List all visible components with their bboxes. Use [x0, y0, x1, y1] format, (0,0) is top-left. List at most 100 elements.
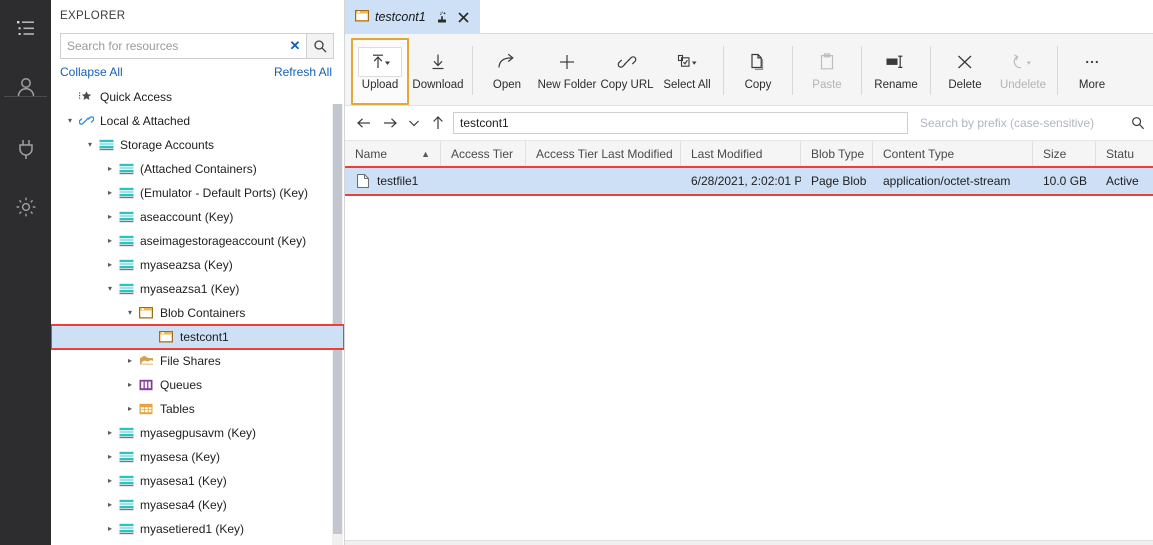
tree-item-quick-access[interactable]: Quick Access: [51, 85, 344, 109]
explorer-scrollbar-thumb[interactable]: [333, 104, 342, 534]
copy-button[interactable]: Copy: [729, 38, 787, 105]
tree-twisty-icon[interactable]: [83, 140, 97, 149]
close-icon[interactable]: [456, 9, 472, 25]
column-header-size[interactable]: Size: [1033, 141, 1096, 167]
tree-twisty-icon[interactable]: [103, 476, 117, 485]
tree-item-emulator-default-ports-key[interactable]: (Emulator - Default Ports) (Key): [51, 181, 344, 205]
tree-item-tables[interactable]: Tables: [51, 397, 344, 421]
arrow-right-icon[interactable]: [379, 111, 401, 135]
tree-item-aseimagestorageaccount-key[interactable]: aseimagestorageaccount (Key): [51, 229, 344, 253]
undelete-icon: [1011, 47, 1035, 77]
column-header-label: Access Tier Last Modified: [536, 147, 673, 161]
arrow-up-icon[interactable]: [427, 111, 449, 135]
tab-testcont1[interactable]: testcont1: [345, 0, 480, 34]
sort-asc-icon: ▲: [421, 149, 430, 159]
search-input[interactable]: [61, 34, 284, 59]
connect-icon[interactable]: [0, 120, 51, 178]
explorer-icon[interactable]: [0, 0, 51, 58]
copy-url-icon: [616, 47, 638, 77]
column-header-content-type[interactable]: Content Type: [873, 141, 1033, 167]
tree-item-myasegpusavm-key[interactable]: myasegpusavm (Key): [51, 421, 344, 445]
toolbar-button-label: Download: [412, 79, 464, 91]
tree-twisty-icon[interactable]: [103, 284, 117, 293]
tree-item-myasevmsa-key[interactable]: myasevmsa (Key): [51, 541, 344, 545]
upload-button[interactable]: Upload: [351, 38, 409, 105]
tree-item-myaseazsa-key[interactable]: myaseazsa (Key): [51, 253, 344, 277]
account-icon[interactable]: [0, 58, 51, 116]
delete-button[interactable]: Delete: [936, 38, 994, 105]
tree-item-blob-containers[interactable]: Blob Containers: [51, 301, 344, 325]
tree-twisty-icon[interactable]: [63, 116, 77, 125]
tree-twisty-icon[interactable]: [123, 308, 137, 317]
tree-twisty-icon[interactable]: [103, 428, 117, 437]
copy-url-button[interactable]: Copy URL: [598, 38, 656, 105]
tree-twisty-icon[interactable]: [103, 212, 117, 221]
tree-item-aseaccount-key[interactable]: aseaccount (Key): [51, 205, 344, 229]
arrow-left-icon[interactable]: [353, 111, 375, 135]
tree-item-label: myasesa (Key): [140, 449, 221, 464]
tree-twisty-icon[interactable]: [123, 404, 137, 413]
column-header-access-tier[interactable]: Access Tier: [441, 141, 526, 167]
tree-item-queues[interactable]: Queues: [51, 373, 344, 397]
tree-item-file-shares[interactable]: File Shares: [51, 349, 344, 373]
explorer-panel: EXPLORER ✕ Collapse All Refresh All Quic…: [51, 0, 345, 545]
quick-access-icon: [77, 90, 95, 103]
tree-item-label: Blob Containers: [160, 305, 246, 320]
open-button[interactable]: Open: [478, 38, 536, 105]
tree-item-local-attached[interactable]: Local & Attached: [51, 109, 344, 133]
tree-twisty-icon[interactable]: [123, 356, 137, 365]
column-header-statu[interactable]: Statu: [1096, 141, 1153, 167]
search-button[interactable]: [306, 33, 334, 60]
chevron-down-icon[interactable]: [405, 111, 423, 135]
explorer-search-row: ✕: [51, 32, 344, 61]
tree-item-label: myasetiered1 (Key): [140, 521, 245, 536]
upload-icon: [358, 47, 402, 77]
storage-account-icon: [117, 523, 135, 535]
more-button[interactable]: More: [1063, 38, 1121, 105]
tree-item-testcont1[interactable]: testcont1: [51, 323, 344, 350]
prefix-search-input[interactable]: [918, 112, 1128, 134]
tree-twisty-icon[interactable]: [103, 188, 117, 197]
path-input[interactable]: [453, 112, 908, 134]
tree-twisty-icon[interactable]: [103, 524, 117, 533]
column-header-blob-type[interactable]: Blob Type: [801, 141, 873, 167]
select-all-button[interactable]: Select All: [656, 38, 718, 105]
tree-twisty-icon[interactable]: [103, 500, 117, 509]
toolbar-button-label: Upload: [361, 79, 399, 91]
new-folder-button[interactable]: New Folder: [536, 38, 598, 105]
storage-explorer-window: EXPLORER ✕ Collapse All Refresh All Quic…: [0, 0, 1153, 545]
tree-twisty-icon[interactable]: [103, 164, 117, 173]
column-header-last-modified[interactable]: Last Modified: [681, 141, 801, 167]
download-button[interactable]: Download: [409, 38, 467, 105]
tree-item-myaseazsa1-key[interactable]: myaseazsa1 (Key): [51, 277, 344, 301]
storage-account-icon: [117, 283, 135, 295]
search-icon[interactable]: [1128, 116, 1148, 130]
column-header-name[interactable]: Name ▲: [345, 141, 441, 167]
tree-twisty-icon[interactable]: [123, 380, 137, 389]
column-header-access-tier-last-modified[interactable]: Access Tier Last Modified: [526, 141, 681, 167]
open-icon: [496, 47, 518, 77]
tree-item-attached-containers[interactable]: (Attached Containers): [51, 157, 344, 181]
link-icon: [77, 114, 95, 127]
tree-item-myasesa1-key[interactable]: myasesa1 (Key): [51, 469, 344, 493]
tree-item-label: Queues: [160, 377, 203, 392]
tree-item-myasetiered1-key[interactable]: myasetiered1 (Key): [51, 517, 344, 541]
table-row[interactable]: testfile1 6/28/2021, 2:02:01 PM Page Blob a…: [345, 166, 1153, 196]
collapse-all-link[interactable]: Collapse All: [60, 65, 123, 79]
clear-search-icon[interactable]: ✕: [284, 38, 306, 54]
tree-item-label: (Emulator - Default Ports) (Key): [140, 185, 309, 200]
tree-item-myasesa4-key[interactable]: myasesa4 (Key): [51, 493, 344, 517]
toolbar-separator: [1057, 46, 1058, 95]
rename-button[interactable]: Rename: [867, 38, 925, 105]
pin-icon[interactable]: [434, 9, 450, 25]
tree-item-label: testcont1: [180, 329, 229, 344]
settings-icon[interactable]: [0, 178, 51, 236]
tree-twisty-icon[interactable]: [103, 236, 117, 245]
tree-twisty-icon[interactable]: [103, 452, 117, 461]
tree-item-label: Quick Access: [100, 89, 173, 104]
refresh-all-link[interactable]: Refresh All: [274, 65, 332, 79]
tree-item-storage-accounts[interactable]: Storage Accounts: [51, 133, 344, 157]
tree-twisty-icon[interactable]: [103, 260, 117, 269]
tree-item-myasesa-key[interactable]: myasesa (Key): [51, 445, 344, 469]
tree-item-label: Storage Accounts: [120, 137, 215, 152]
